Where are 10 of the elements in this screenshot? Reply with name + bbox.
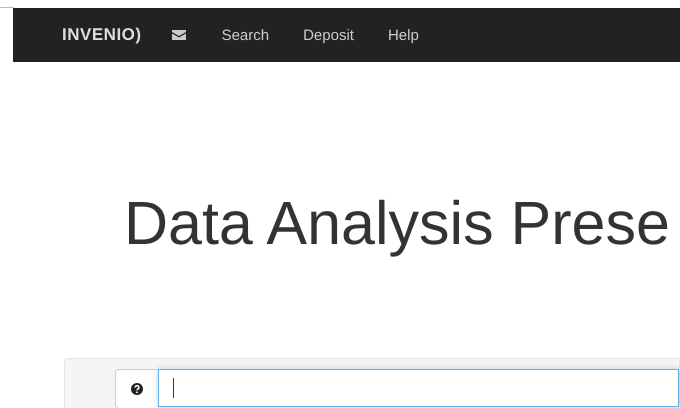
envelope-icon[interactable] [172,30,186,40]
invenio-logo[interactable]: INVENIO) [62,25,142,45]
help-addon[interactable] [115,369,158,408]
nav-link[interactable]: Search [222,26,270,44]
nav-link[interactable]: Deposit [303,26,354,44]
text-cursor [173,378,174,398]
input-field[interactable] [158,369,679,407]
help-icon [131,383,143,395]
page-title: Data Analysis Prese [124,188,670,258]
nav-link[interactable]: Help [388,26,419,44]
